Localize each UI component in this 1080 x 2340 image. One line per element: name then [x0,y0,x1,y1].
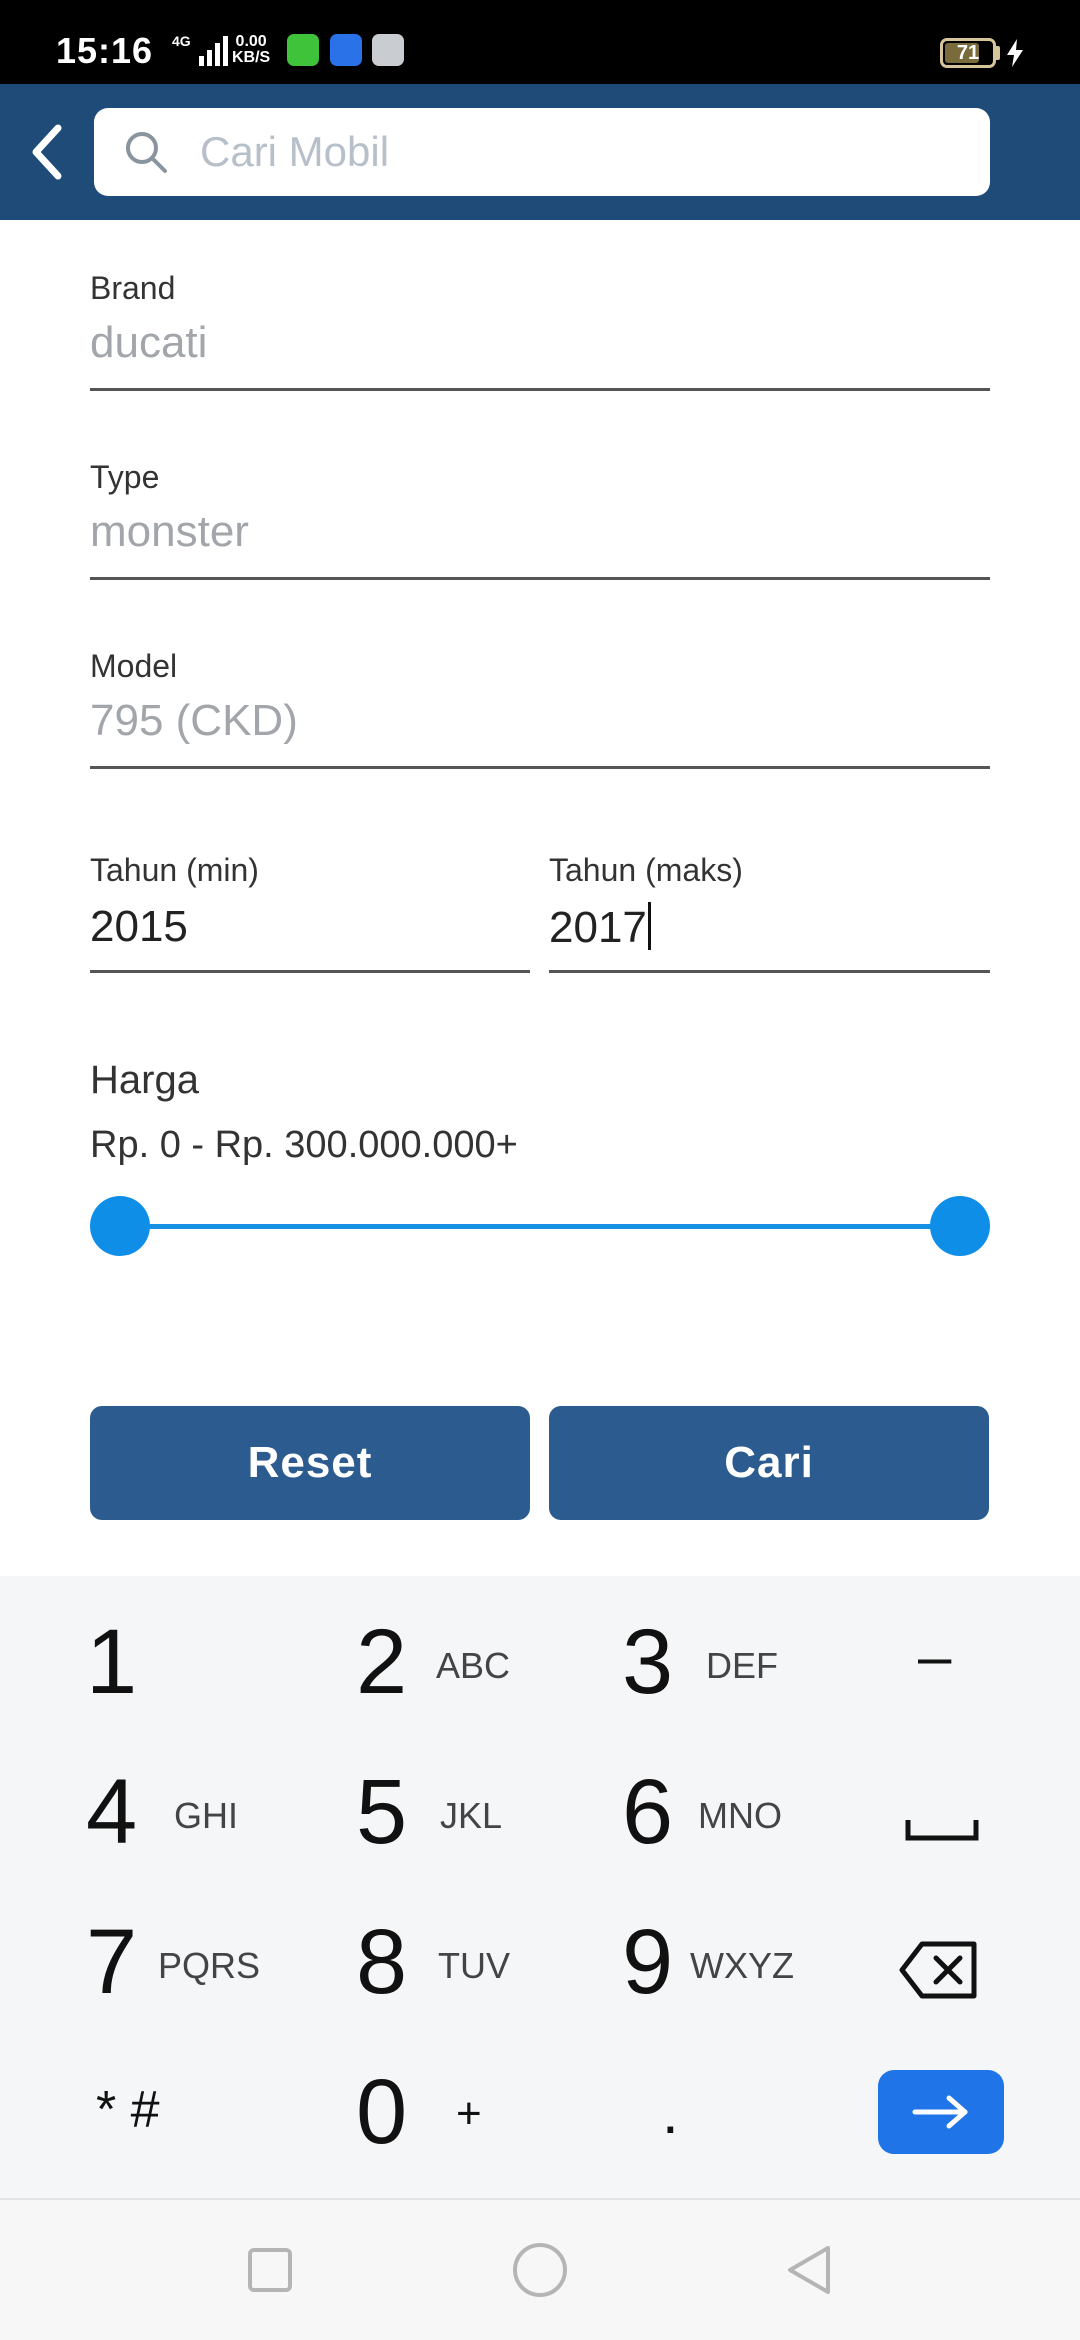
key-3[interactable]: 3 DEF [600,1616,840,1766]
key-1[interactable]: 1 [60,1616,300,1766]
year-max-field[interactable]: Tahun (maks) 2017 [549,852,990,978]
year-min-label: Tahun (min) [90,852,259,888]
back-nav-button[interactable] [780,2240,840,2300]
type-field[interactable]: Type monster [90,459,990,585]
numeric-keyboard: 1 2 ABC 3 DEF – 4 GHI 5 JKL 6 MNO 7 PQRS… [0,1576,1080,2198]
key-0-letters: + [456,2089,482,2138]
key-backspace[interactable] [880,1916,1000,2066]
type-value: monster [90,507,249,556]
year-max-value: 2017 [549,903,647,952]
usb-icon [330,34,362,66]
reset-button[interactable]: Reset [90,1406,530,1520]
key-7-letters: PQRS [158,1945,261,1986]
year-min-underline [90,970,530,973]
key-8-digit: 8 [356,1911,408,2013]
model-underline [90,766,990,769]
key-7[interactable]: 7 PQRS [60,1916,300,2066]
back-button[interactable] [16,112,80,192]
charging-icon [1007,39,1023,67]
battery-nub [996,46,1000,60]
key-6[interactable]: 6 MNO [600,1766,840,1916]
key-2-digit: 2 [356,1611,408,1713]
key-8-letters: TUV [438,1945,510,1986]
key-4-digit: 4 [86,1761,138,1863]
key-4[interactable]: 4 GHI [60,1766,300,1916]
year-min-field[interactable]: Tahun (min) 2015 [90,852,530,978]
key-dot-symbol: . [662,2079,679,2146]
battery-icon: 71 [940,38,996,68]
type-label: Type [90,459,160,495]
search-box[interactable] [94,108,990,196]
year-min-value: 2015 [90,902,188,951]
network-type-label: 4G [172,33,191,49]
home-button[interactable] [510,2240,570,2300]
speed-unit: KB/S [232,49,271,66]
year-max-underline [549,970,990,973]
search-input[interactable] [200,108,960,196]
key-minus[interactable]: – [880,1616,1000,1766]
key-7-digit: 7 [86,1911,138,2013]
network-speed: 0.00 KB/S [232,34,270,66]
key-8[interactable]: 8 TUV [330,1916,570,2066]
brand-value: ducati [90,318,208,367]
key-star-hash-symbol: * # [96,2081,160,2139]
year-max-input-line: 2017 [549,902,651,953]
price-range-text: Rp. 0 - Rp. 300.000.000+ [90,1124,518,1166]
status-time: 15:16 [56,30,154,71]
battery-level: 71 [956,42,980,64]
recent-apps-button[interactable] [240,2240,300,2300]
model-value: 795 (CKD) [90,696,298,745]
key-3-letters: DEF [706,1645,778,1686]
model-label: Model [90,648,178,684]
key-0-digit: 0 [356,2061,408,2163]
key-4-letters: GHI [174,1795,239,1836]
arrow-right-icon [912,2095,968,2129]
key-2-letters: ABC [436,1645,511,1686]
text-cursor [647,902,651,950]
back-arrow-icon [32,124,62,180]
key-9[interactable]: 9 WXYZ [600,1916,840,2066]
key-0[interactable]: 0 + [330,2066,570,2216]
key-6-letters: MNO [698,1795,782,1836]
slider-thumb-max[interactable] [930,1196,990,1256]
key-9-digit: 9 [622,1911,674,2013]
key-space[interactable] [880,1766,1000,1916]
key-9-letters: WXYZ [690,1945,794,1986]
key-5-letters: JKL [440,1795,503,1836]
key-2[interactable]: 2 ABC [330,1616,570,1766]
backspace-icon [899,1941,977,1999]
brand-field[interactable]: Brand ducati [90,270,990,396]
enter-key[interactable] [878,2070,1004,2154]
space-icon [905,1820,979,1841]
key-5-digit: 5 [356,1761,408,1863]
status-bar: 15:16 4G 0.00 KB/S 71 [0,0,1080,84]
signal-icon [199,36,228,66]
system-navigation-bar [0,2198,1080,2340]
drive-icon [372,34,404,66]
slider-track [120,1224,960,1229]
search-icon [126,132,167,173]
key-dot[interactable]: . [600,2066,840,2216]
key-minus-symbol: – [918,1623,952,1690]
brand-label: Brand [90,270,176,306]
year-max-label: Tahun (maks) [549,852,743,888]
type-underline [90,577,990,580]
key-5[interactable]: 5 JKL [330,1766,570,1916]
price-range-slider[interactable] [90,1194,990,1258]
key-3-digit: 3 [622,1611,674,1713]
slider-thumb-min[interactable] [90,1196,150,1256]
app-header [0,84,1080,220]
search-button[interactable]: Cari [549,1406,989,1520]
brand-underline [90,388,990,391]
key-star-hash[interactable]: * # [60,2066,300,2216]
model-field[interactable]: Model 795 (CKD) [90,648,990,774]
key-1-digit: 1 [86,1611,138,1713]
line-app-icon [287,34,319,66]
key-6-digit: 6 [622,1761,674,1863]
price-label: Harga [90,1058,199,1102]
speed-value: 0.00 [235,33,267,50]
